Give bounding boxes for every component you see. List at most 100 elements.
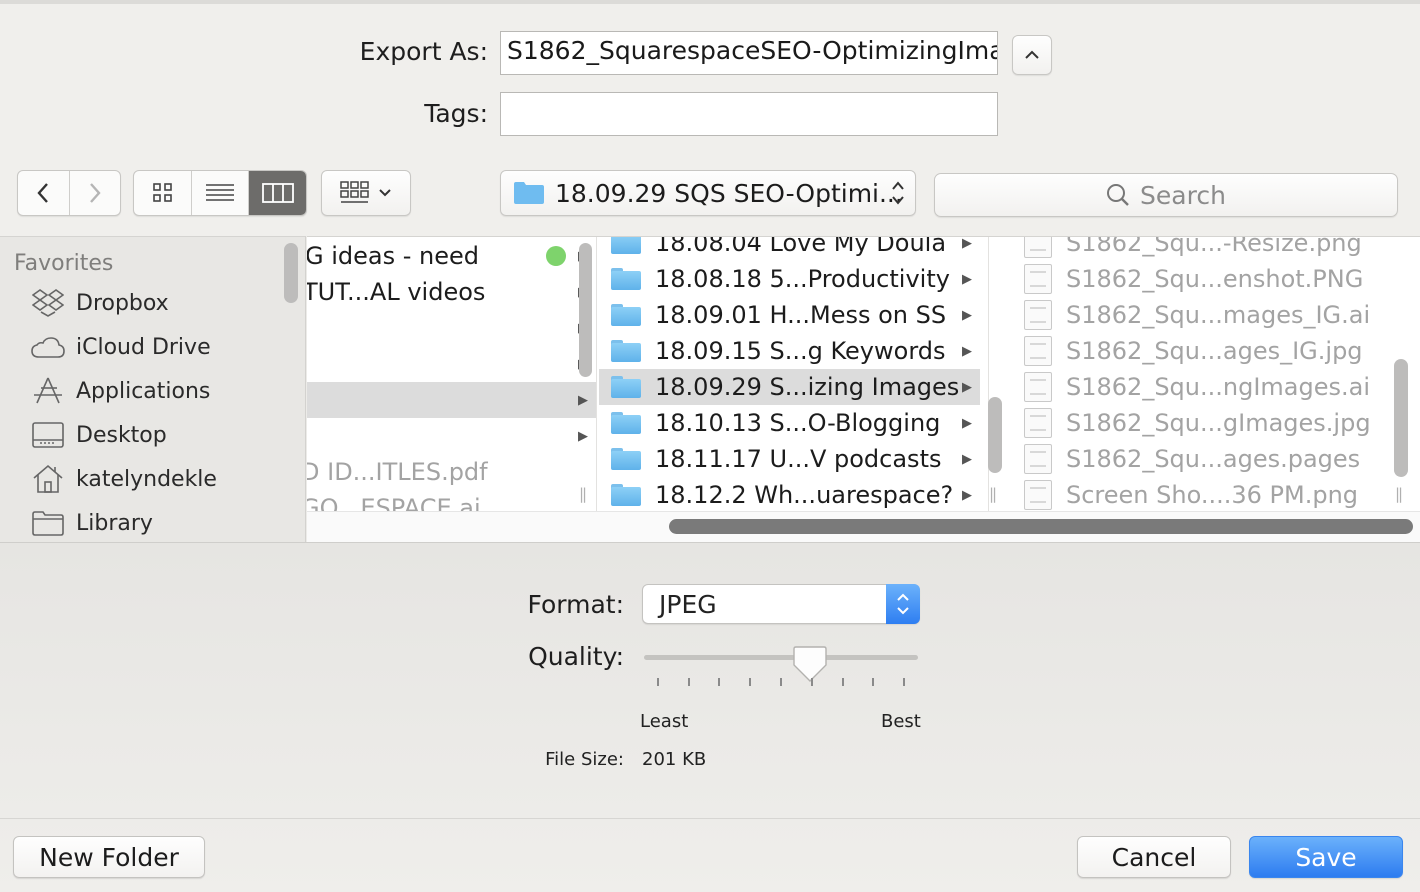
slider-tick [780, 678, 782, 686]
list-item[interactable]: S1862_Squ...mages_IG.ai [1010, 297, 1410, 333]
list-item[interactable]: ▶ [307, 382, 596, 418]
column-resize-handle[interactable]: || [1395, 485, 1403, 503]
disclosure-arrow-icon: ▶ [962, 237, 972, 251]
sidebar-item-label: katelyndekle [76, 466, 217, 492]
folder-icon [611, 484, 641, 506]
sidebar-item-dropbox[interactable]: Dropbox [30, 283, 169, 323]
disclosure-arrow-icon: ▶ [962, 379, 972, 395]
search-field[interactable]: Search [934, 173, 1398, 217]
column-view-button[interactable] [249, 171, 306, 215]
list-item[interactable]: ▶ [307, 418, 596, 454]
list-item[interactable]: ▶ [307, 310, 596, 346]
column-2-scrollbar-thumb[interactable] [988, 397, 1002, 473]
filename-field[interactable]: S1862_SquarespaceSEO-OptimizingImages [500, 31, 998, 75]
file-icon [1024, 372, 1052, 402]
disclosure-arrow-icon: ▶ [962, 451, 972, 467]
list-item[interactable]: GO...ESPACE.ai [307, 490, 596, 511]
file-icon [1024, 300, 1052, 330]
format-value: JPEG [659, 589, 717, 619]
disclosure-arrow-icon: ▶ [962, 307, 972, 323]
folder-icon [611, 412, 641, 434]
sidebar-item-home[interactable]: katelyndekle [30, 459, 217, 499]
file-icon [1024, 336, 1052, 366]
item-label: 18.08.18 5...Productivity [655, 265, 950, 293]
column-browser: G ideas - need ▶ TUT...AL videos ▶ ▶ ▶ ▶… [307, 236, 1420, 542]
forward-button[interactable] [70, 171, 121, 215]
group-by-button[interactable] [321, 170, 411, 216]
list-item[interactable]: 18.10.13 S...O-Blogging ▶ [599, 405, 988, 441]
disclosure-arrow-icon: ▶ [962, 487, 972, 503]
chevron-left-icon [37, 183, 49, 203]
item-label: S1862_Squ...-Resize.png [1066, 237, 1362, 257]
column-1-scrollbar[interactable] [579, 243, 592, 377]
list-item[interactable]: S1862_Squ...ages.pages [1010, 441, 1410, 477]
list-item[interactable]: 18.09.01 H...Mess on SS ▶ [599, 297, 988, 333]
slider-tick [718, 678, 720, 686]
list-item[interactable]: S1862_Squ...-Resize.png [1010, 237, 1410, 261]
tags-field[interactable] [500, 92, 998, 136]
chevron-down-icon [379, 189, 391, 197]
applications-icon [30, 376, 66, 406]
list-item-selected[interactable]: 18.09.29 S...izing Images ▶ [599, 369, 980, 405]
item-label: S1862_Squ...ages.pages [1066, 445, 1361, 473]
sidebar-item-library[interactable]: Library [30, 503, 153, 542]
list-item[interactable]: 18.08.04 Love My Doula ▶ [599, 237, 988, 261]
location-popup[interactable]: 18.09.29 SQS SEO-Optimi... [500, 170, 916, 216]
item-label: 18.09.15 S...g Keywords [655, 337, 946, 365]
list-item[interactable]: S1862_Squ...gImages.jpg [1010, 405, 1410, 441]
sidebar-item-label: Dropbox [76, 290, 169, 316]
list-item[interactable]: ▶ [307, 346, 596, 382]
list-item[interactable]: S1862_Squ...ngImages.ai [1010, 369, 1410, 405]
collapse-button[interactable] [1012, 35, 1052, 75]
list-view-button[interactable] [192, 171, 249, 215]
icon-view-button[interactable] [134, 171, 192, 215]
home-icon [30, 464, 66, 494]
folder-icon [514, 182, 544, 204]
list-item[interactable]: 18.12.2 Wh...uarespace? ▶ [599, 477, 988, 511]
list-item[interactable]: 18.11.17 U...V podcasts ▶ [599, 441, 988, 477]
tags-label: Tags: [424, 99, 488, 128]
list-item[interactable]: Screen Sho....36 PM.png [1010, 477, 1410, 511]
list-item[interactable]: D ID...ITLES.pdf [307, 454, 596, 490]
sidebar-item-applications[interactable]: Applications [30, 371, 210, 411]
sidebar-item-icloud[interactable]: iCloud Drive [30, 327, 211, 367]
column-resize-handle[interactable]: || [579, 485, 587, 503]
format-popup[interactable]: JPEG [642, 584, 920, 624]
folder-icon [611, 376, 641, 398]
item-label: S1862_Squ...mages_IG.ai [1066, 301, 1371, 329]
list-item[interactable]: G ideas - need ▶ [307, 238, 596, 274]
desktop-icon [30, 420, 66, 450]
column-resize-handle[interactable]: || [989, 485, 997, 503]
item-label: 18.10.13 S...O-Blogging [655, 409, 941, 437]
list-item[interactable]: TUT...AL videos ▶ [307, 274, 596, 310]
disclosure-arrow-icon: ▶ [578, 392, 588, 408]
sidebar-item-desktop[interactable]: Desktop [30, 415, 167, 455]
slider-tick [688, 678, 690, 686]
quality-slider-thumb[interactable] [792, 645, 827, 683]
column-3-scrollbar[interactable] [1394, 359, 1408, 477]
back-button[interactable] [18, 171, 70, 215]
dropbox-icon [30, 288, 66, 318]
list-item[interactable]: 18.09.15 S...g Keywords ▶ [599, 333, 988, 369]
item-label: 18.09.01 H...Mess on SS [655, 301, 947, 329]
list-item[interactable]: S1862_Squ...ages_IG.jpg [1010, 333, 1410, 369]
cancel-button[interactable]: Cancel [1077, 836, 1231, 878]
file-size-label: File Size: [545, 749, 624, 770]
tag-dot [546, 246, 566, 266]
list-item[interactable]: S1862_Squ...enshot.PNG [1010, 261, 1410, 297]
browser-column-1: G ideas - need ▶ TUT...AL videos ▶ ▶ ▶ ▶… [307, 237, 597, 511]
grid-icon [152, 183, 172, 202]
save-dialog-header: Export As: S1862_SquarespaceSEO-Optimizi… [0, 0, 1420, 236]
sidebar-scrollbar[interactable] [284, 243, 298, 303]
new-folder-button[interactable]: New Folder [13, 836, 205, 878]
save-button[interactable]: Save [1249, 836, 1403, 878]
slider-min-label: Least [640, 711, 689, 732]
quality-slider-track[interactable] [644, 655, 918, 660]
slider-tick [811, 678, 813, 686]
horizontal-scrollbar[interactable] [669, 519, 1413, 534]
list-item[interactable]: 18.08.18 5...Productivity ▶ [599, 261, 988, 297]
item-label: 18.09.29 S...izing Images [655, 373, 960, 401]
slider-tick [842, 678, 844, 686]
browser-column-2: 18.08.04 Love My Doula ▶ 18.08.18 5...Pr… [599, 237, 989, 511]
disclosure-arrow-icon: ▶ [962, 415, 972, 431]
